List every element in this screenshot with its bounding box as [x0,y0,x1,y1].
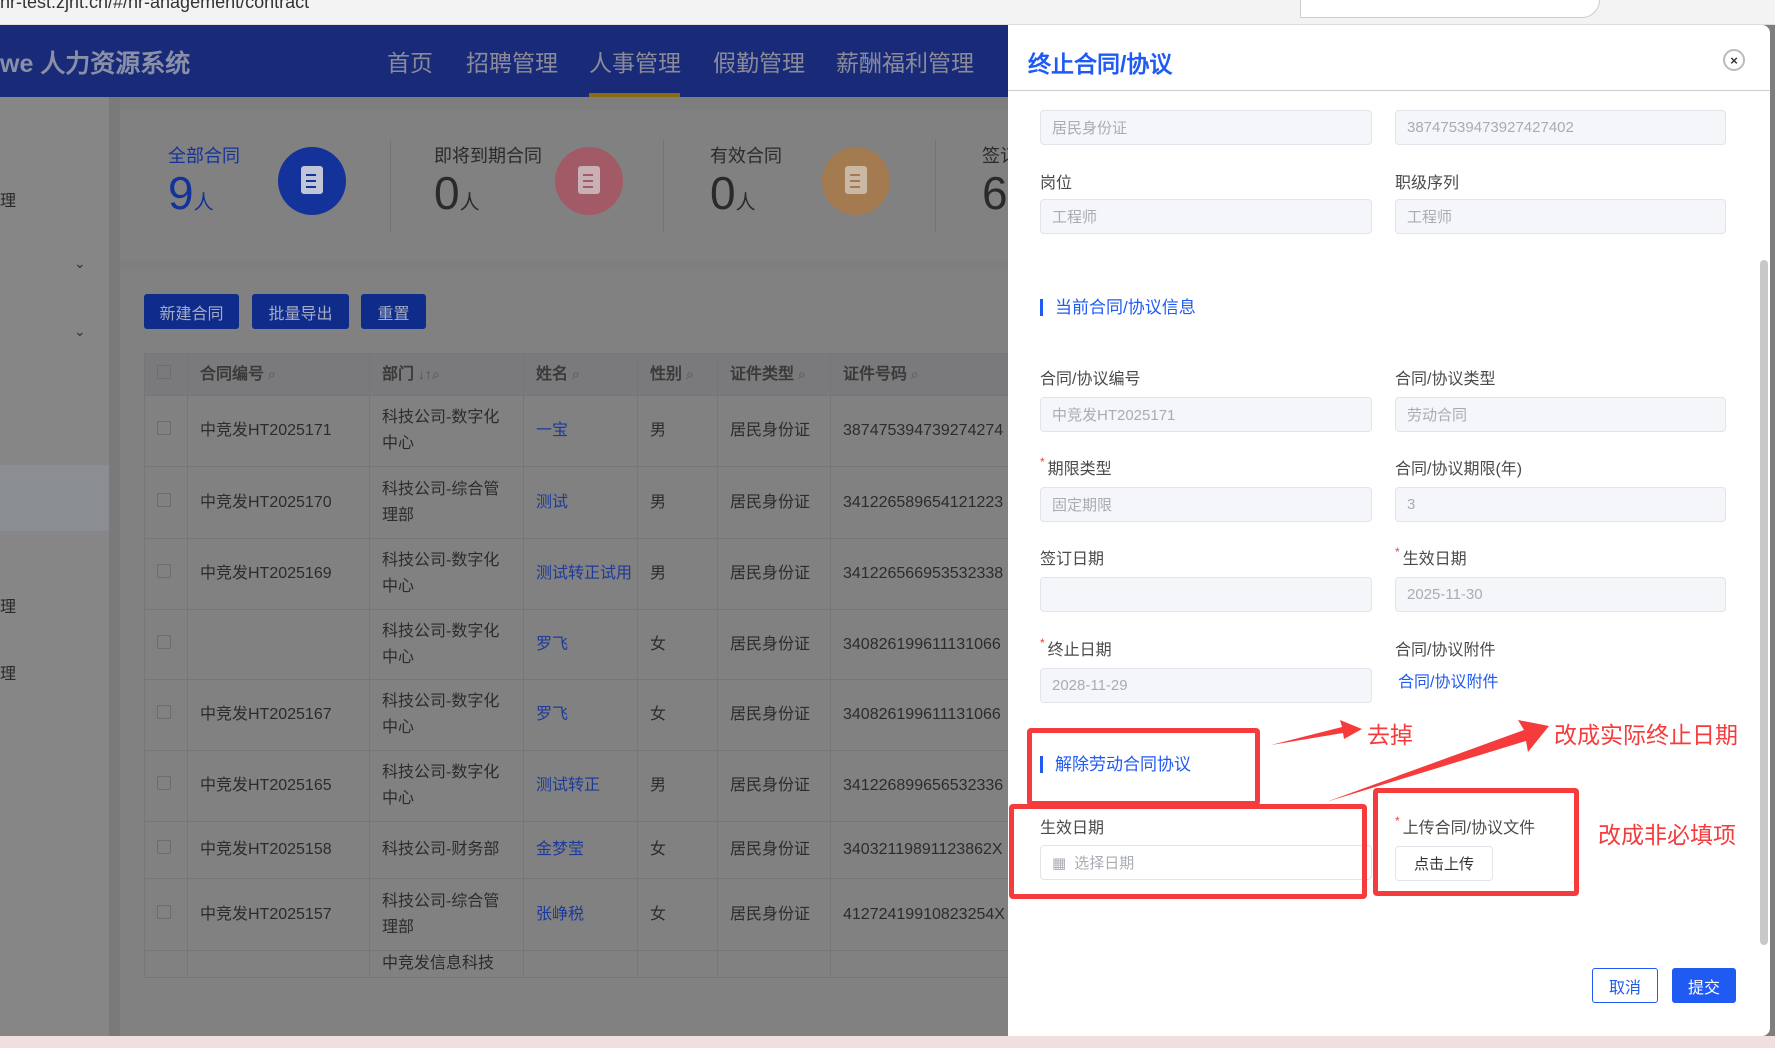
annotation-remove: 去掉 [1367,722,1413,748]
arrow-icon [1271,720,1362,745]
annotation-actual-end-date: 改成实际终止日期 [1554,722,1738,748]
taskbar-strip [0,1036,1775,1048]
arrow-icon [1326,720,1549,802]
annotation-arrows [1271,720,1549,802]
annotation-optional: 改成非必填项 [1598,822,1736,848]
